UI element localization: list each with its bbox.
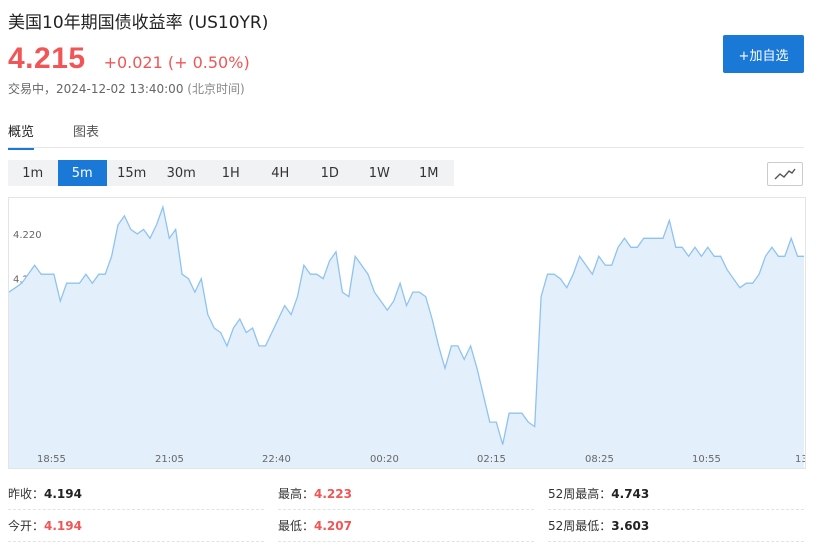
line-chart-icon [774, 168, 796, 180]
stat-high: 最高：4.223 [278, 478, 534, 510]
x-tick-label: 18:55 [37, 454, 66, 465]
x-tick-label: 22:40 [262, 454, 291, 465]
period-1w[interactable]: 1W [355, 160, 405, 186]
price-chart[interactable]: 4.2204.2104.2004.1904.1804.170 18:5521:0… [8, 197, 806, 469]
stat-prev-close: 昨收：4.194 [8, 478, 264, 510]
x-tick-label: 21:05 [155, 454, 184, 465]
y-tick-label: 4.220 [13, 230, 42, 241]
main-tabs: 概览 图表 [8, 118, 804, 150]
tab-overview[interactable]: 概览 [8, 121, 35, 150]
stats-table: 昨收：4.194 最高：4.223 52周最高：4.743 今开：4.194 最… [8, 478, 804, 542]
stats-row: 今开：4.194 最低：4.207 52周最低：3.603 [8, 510, 804, 542]
trading-status-text: 交易中，2024-12-02 13:40:00 [8, 82, 184, 96]
stat-52w-high: 52周最高：4.743 [548, 478, 804, 510]
period-1mo[interactable]: 1M [404, 160, 454, 186]
stat-52w-low: 52周最低：3.603 [548, 510, 804, 542]
chart-type-button[interactable] [767, 162, 803, 186]
x-tick-label: 02:15 [477, 454, 506, 465]
period-1d[interactable]: 1D [305, 160, 355, 186]
period-selector: 1m 5m 15m 30m 1H 4H 1D 1W 1M [8, 160, 454, 186]
tab-chart[interactable]: 图表 [73, 121, 99, 148]
price-change: +0.021 (+ 0.50%) [103, 53, 250, 72]
x-tick-label: 10:55 [692, 454, 721, 465]
period-1h[interactable]: 1H [206, 160, 256, 186]
stat-open: 今开：4.194 [8, 510, 264, 542]
period-5m[interactable]: 5m [57, 160, 107, 186]
instrument-title: 美国10年期国债收益率 (US10YR) [8, 13, 269, 33]
period-4h[interactable]: 4H [256, 160, 306, 186]
add-to-watchlist-button[interactable]: +加自选 [723, 35, 804, 73]
price-chart-svg: 4.2204.2104.2004.1904.1804.170 18:5521:0… [9, 204, 805, 468]
stats-row: 昨收：4.194 最高：4.223 52周最高：4.743 [8, 478, 804, 510]
x-tick-label: 08:25 [585, 454, 614, 465]
stat-low: 最低：4.207 [278, 510, 534, 542]
period-15m[interactable]: 15m [107, 160, 157, 186]
period-30m[interactable]: 30m [157, 160, 207, 186]
price-area-fill [9, 207, 804, 468]
current-price: 4.215 [8, 42, 86, 75]
price-row: 4.215 +0.021 (+ 0.50%) [8, 42, 250, 76]
timezone-label: (北京时间) [187, 82, 245, 96]
period-1m[interactable]: 1m [8, 160, 58, 186]
x-tick-label: 13:4 [795, 454, 805, 465]
trading-status: 交易中，2024-12-02 13:40:00 (北京时间) [8, 80, 245, 97]
x-tick-label: 00:20 [370, 454, 399, 465]
